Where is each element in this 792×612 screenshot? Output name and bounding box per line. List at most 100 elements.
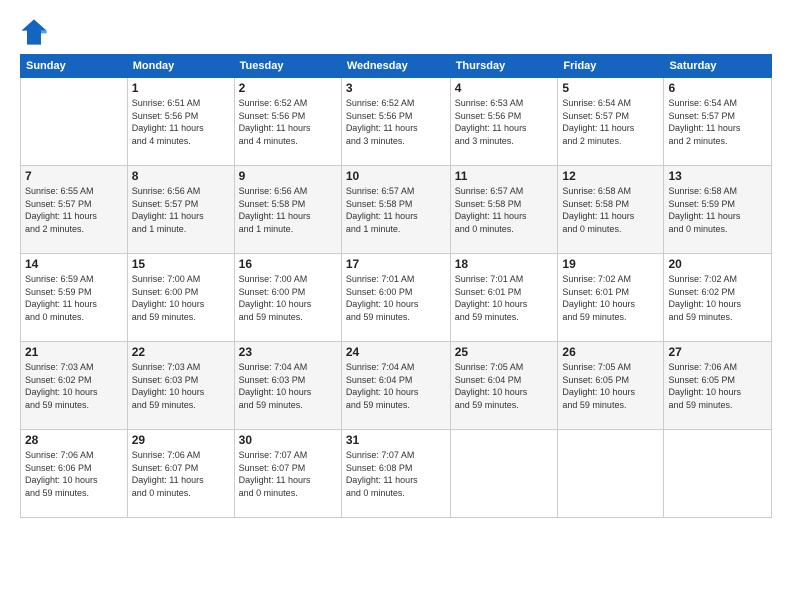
calendar-cell: 9Sunrise: 6:56 AM Sunset: 5:58 PM Daylig… [234,166,341,254]
calendar-cell: 27Sunrise: 7:06 AM Sunset: 6:05 PM Dayli… [664,342,772,430]
day-number: 11 [455,169,554,183]
calendar-cell: 16Sunrise: 7:00 AM Sunset: 6:00 PM Dayli… [234,254,341,342]
day-number: 24 [346,345,446,359]
day-number: 10 [346,169,446,183]
calendar-header-tuesday: Tuesday [234,55,341,78]
day-info: Sunrise: 7:05 AM Sunset: 6:04 PM Dayligh… [455,361,554,411]
day-info: Sunrise: 6:56 AM Sunset: 5:58 PM Dayligh… [239,185,337,235]
day-number: 15 [132,257,230,271]
day-info: Sunrise: 6:56 AM Sunset: 5:57 PM Dayligh… [132,185,230,235]
day-info: Sunrise: 6:52 AM Sunset: 5:56 PM Dayligh… [346,97,446,147]
calendar-week-row: 1 Sunrise: 6:51 AM Sunset: 5:56 PM Daylig… [21,78,772,166]
day-info: Sunrise: 7:04 AM Sunset: 6:03 PM Dayligh… [239,361,337,411]
day-number: 20 [668,257,767,271]
day-number: 12 [562,169,659,183]
day-info: Sunrise: 6:54 AM Sunset: 5:57 PM Dayligh… [668,97,767,147]
day-info: Sunrise: 7:05 AM Sunset: 6:05 PM Dayligh… [562,361,659,411]
calendar-week-row: 21 Sunrise: 7:03 AM Sunset: 6:02 PM Dayli… [21,342,772,430]
page-header [20,18,772,46]
day-info: Sunrise: 7:03 AM Sunset: 6:02 PM Dayligh… [25,361,123,411]
day-number: 18 [455,257,554,271]
day-number: 1 [132,81,230,95]
calendar-week-row: 28 Sunrise: 7:06 AM Sunset: 6:06 PM Dayli… [21,430,772,518]
calendar-cell: 8 Sunrise: 6:56 AM Sunset: 5:57 PM Daylig… [127,166,234,254]
day-number: 22 [132,345,230,359]
calendar-table: SundayMondayTuesdayWednesdayThursdayFrid… [20,54,772,518]
day-info: Sunrise: 7:07 AM Sunset: 6:07 PM Dayligh… [239,449,337,499]
day-number: 19 [562,257,659,271]
calendar-cell: 17 Sunrise: 7:01 AM Sunset: 6:00 PM Dayli… [341,254,450,342]
day-number: 25 [455,345,554,359]
day-number: 31 [346,433,446,447]
day-info: Sunrise: 6:58 AM Sunset: 5:58 PM Dayligh… [562,185,659,235]
calendar-cell: 23 Sunrise: 7:04 AM Sunset: 6:03 PM Dayli… [234,342,341,430]
day-number: 21 [25,345,123,359]
calendar-week-row: 7 Sunrise: 6:55 AM Sunset: 5:57 PM Daylig… [21,166,772,254]
calendar-cell: 18 Sunrise: 7:01 AM Sunset: 6:01 PM Dayli… [450,254,558,342]
calendar-header-wednesday: Wednesday [341,55,450,78]
day-info: Sunrise: 6:53 AM Sunset: 5:56 PM Dayligh… [455,97,554,147]
day-number: 26 [562,345,659,359]
day-info: Sunrise: 6:58 AM Sunset: 5:59 PM Dayligh… [668,185,767,235]
calendar-header-sunday: Sunday [21,55,128,78]
calendar-cell: 3 Sunrise: 6:52 AM Sunset: 5:56 PM Daylig… [341,78,450,166]
calendar-header-thursday: Thursday [450,55,558,78]
day-info: Sunrise: 7:07 AM Sunset: 6:08 PM Dayligh… [346,449,446,499]
calendar-cell: 7 Sunrise: 6:55 AM Sunset: 5:57 PM Daylig… [21,166,128,254]
logo [20,18,52,46]
day-info: Sunrise: 6:51 AM Sunset: 5:56 PM Dayligh… [132,97,230,147]
day-number: 4 [455,81,554,95]
calendar-cell: 19Sunrise: 7:02 AM Sunset: 6:01 PM Dayli… [558,254,664,342]
day-info: Sunrise: 7:06 AM Sunset: 6:06 PM Dayligh… [25,449,123,499]
calendar-cell [664,430,772,518]
day-number: 30 [239,433,337,447]
day-info: Sunrise: 7:03 AM Sunset: 6:03 PM Dayligh… [132,361,230,411]
calendar-cell: 31 Sunrise: 7:07 AM Sunset: 6:08 PM Dayli… [341,430,450,518]
calendar-week-row: 14 Sunrise: 6:59 AM Sunset: 5:59 PM Dayli… [21,254,772,342]
calendar-cell: 6 Sunrise: 6:54 AM Sunset: 5:57 PM Daylig… [664,78,772,166]
day-info: Sunrise: 6:57 AM Sunset: 5:58 PM Dayligh… [455,185,554,235]
day-number: 29 [132,433,230,447]
day-info: Sunrise: 7:01 AM Sunset: 6:00 PM Dayligh… [346,273,446,323]
calendar-cell: 28 Sunrise: 7:06 AM Sunset: 6:06 PM Dayli… [21,430,128,518]
day-number: 28 [25,433,123,447]
day-info: Sunrise: 6:57 AM Sunset: 5:58 PM Dayligh… [346,185,446,235]
calendar-cell: 10 Sunrise: 6:57 AM Sunset: 5:58 PM Dayli… [341,166,450,254]
day-info: Sunrise: 6:54 AM Sunset: 5:57 PM Dayligh… [562,97,659,147]
calendar-header-saturday: Saturday [664,55,772,78]
calendar-cell [558,430,664,518]
day-number: 6 [668,81,767,95]
calendar-cell: 12 Sunrise: 6:58 AM Sunset: 5:58 PM Dayli… [558,166,664,254]
day-number: 17 [346,257,446,271]
day-number: 14 [25,257,123,271]
calendar-cell: 15Sunrise: 7:00 AM Sunset: 6:00 PM Dayli… [127,254,234,342]
calendar-header-monday: Monday [127,55,234,78]
calendar-header-friday: Friday [558,55,664,78]
day-number: 27 [668,345,767,359]
day-number: 13 [668,169,767,183]
day-info: Sunrise: 7:00 AM Sunset: 6:00 PM Dayligh… [239,273,337,323]
day-number: 7 [25,169,123,183]
logo-icon [20,18,48,46]
day-number: 3 [346,81,446,95]
day-info: Sunrise: 7:02 AM Sunset: 6:02 PM Dayligh… [668,273,767,323]
day-info: Sunrise: 6:52 AM Sunset: 5:56 PM Dayligh… [239,97,337,147]
calendar-cell: 14 Sunrise: 6:59 AM Sunset: 5:59 PM Dayli… [21,254,128,342]
calendar-cell: 24Sunrise: 7:04 AM Sunset: 6:04 PM Dayli… [341,342,450,430]
day-info: Sunrise: 7:06 AM Sunset: 6:07 PM Dayligh… [132,449,230,499]
calendar-cell: 21 Sunrise: 7:03 AM Sunset: 6:02 PM Dayli… [21,342,128,430]
calendar-cell: 22 Sunrise: 7:03 AM Sunset: 6:03 PM Dayli… [127,342,234,430]
calendar-cell: 29 Sunrise: 7:06 AM Sunset: 6:07 PM Dayli… [127,430,234,518]
calendar-cell: 2Sunrise: 6:52 AM Sunset: 5:56 PM Daylig… [234,78,341,166]
calendar-cell: 4 Sunrise: 6:53 AM Sunset: 5:56 PM Daylig… [450,78,558,166]
calendar-cell: 11 Sunrise: 6:57 AM Sunset: 5:58 PM Dayli… [450,166,558,254]
calendar-cell: 13 Sunrise: 6:58 AM Sunset: 5:59 PM Dayli… [664,166,772,254]
day-info: Sunrise: 7:01 AM Sunset: 6:01 PM Dayligh… [455,273,554,323]
day-number: 23 [239,345,337,359]
calendar-cell: 26 Sunrise: 7:05 AM Sunset: 6:05 PM Dayli… [558,342,664,430]
day-number: 5 [562,81,659,95]
day-info: Sunrise: 6:59 AM Sunset: 5:59 PM Dayligh… [25,273,123,323]
calendar-cell [21,78,128,166]
day-number: 8 [132,169,230,183]
day-info: Sunrise: 6:55 AM Sunset: 5:57 PM Dayligh… [25,185,123,235]
